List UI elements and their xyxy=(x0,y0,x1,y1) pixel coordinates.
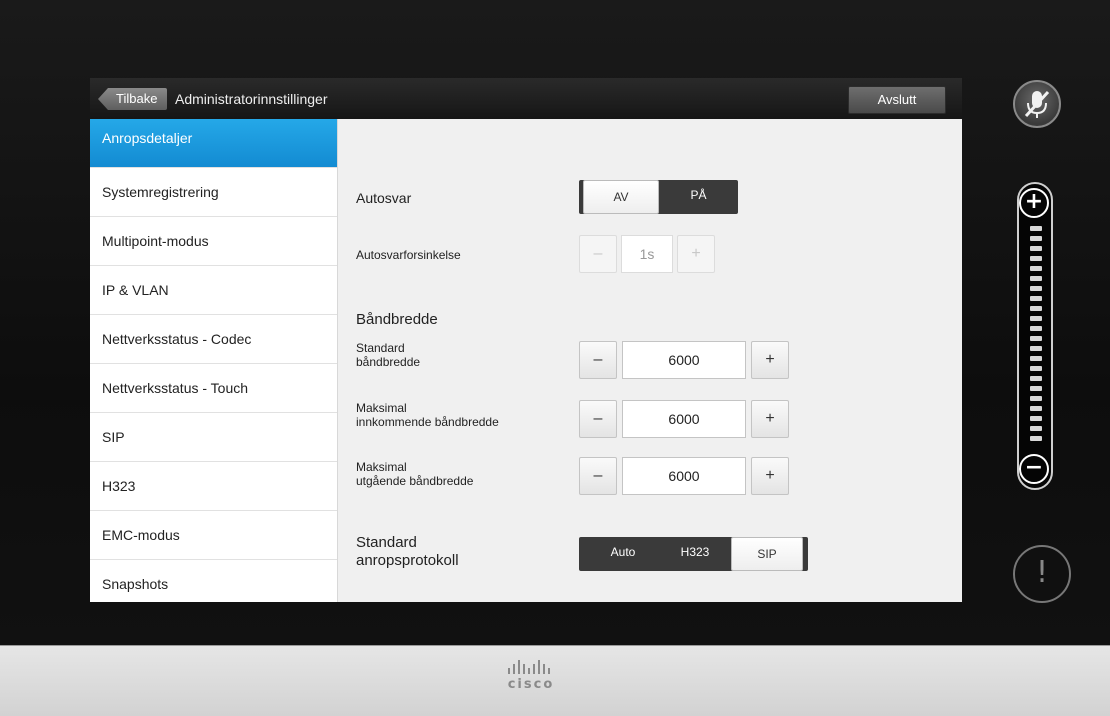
cisco-logo: cisco xyxy=(486,660,576,700)
volume-up-button[interactable]: + xyxy=(1019,188,1049,218)
protocol-option-h323[interactable]: H323 xyxy=(659,537,731,571)
sidebar-item-label: Multipoint-modus xyxy=(102,233,209,249)
max-out-bw-label-line2: utgående båndbredde xyxy=(356,474,474,488)
autosvar-delay-stepper[interactable]: – 1s + xyxy=(579,235,719,273)
volume-tick xyxy=(1030,286,1042,291)
standard-bw-label-line2: båndbredde xyxy=(356,355,421,369)
standard-bw-value[interactable]: 6000 xyxy=(622,341,746,379)
max-in-bw-value[interactable]: 6000 xyxy=(622,400,746,438)
standard-bw-increment-button[interactable]: + xyxy=(751,341,789,379)
sidebar-item-label: Systemregistrering xyxy=(102,184,219,200)
max-in-bw-label: Maksimal innkommende båndbredde xyxy=(356,401,499,429)
title-bar: Tilbake Administratorinnstillinger Avslu… xyxy=(90,78,962,119)
max-in-bw-label-line2: innkommende båndbredde xyxy=(356,415,499,429)
exit-button[interactable]: Avslutt xyxy=(848,86,946,114)
delay-increment-button[interactable]: + xyxy=(677,235,715,273)
protocol-selector[interactable]: Auto H323 SIP xyxy=(579,537,808,571)
volume-tick xyxy=(1030,316,1042,321)
sidebar-item-label: Anropsdetaljer xyxy=(102,130,193,146)
protocol-option-auto[interactable]: Auto xyxy=(587,537,659,571)
volume-tick xyxy=(1030,436,1042,441)
back-button[interactable]: Tilbake xyxy=(98,88,168,110)
alert-button[interactable]: ! xyxy=(1013,545,1071,603)
sidebar-item-label: H323 xyxy=(102,478,136,494)
volume-tick xyxy=(1030,256,1042,261)
mute-button[interactable] xyxy=(1013,80,1061,128)
cisco-bars-icon xyxy=(508,660,550,674)
volume-tick xyxy=(1030,366,1042,371)
volume-tick xyxy=(1030,326,1042,331)
volume-tick xyxy=(1030,426,1042,431)
autosvar-off-option[interactable]: AV xyxy=(583,180,659,214)
sidebar-item-snapshots[interactable]: Snapshots xyxy=(90,560,337,602)
sidebar: Anropsdetaljer Systemregistrering Multip… xyxy=(90,119,337,602)
protocol-label-line1: Standard xyxy=(356,534,417,551)
autosvar-delay-label: Autosvarforsinkelse xyxy=(356,248,461,262)
volume-level-ticks xyxy=(1030,226,1042,446)
volume-tick xyxy=(1030,406,1042,411)
sidebar-item-ip-vlan[interactable]: IP & VLAN xyxy=(90,266,337,315)
protocol-label: Standard anropsprotokoll xyxy=(356,534,459,570)
autosvar-label: Autosvar xyxy=(356,190,412,206)
delay-decrement-button[interactable]: – xyxy=(579,235,617,273)
volume-tick xyxy=(1030,396,1042,401)
alert-icon: ! xyxy=(1035,555,1049,590)
volume-tick xyxy=(1030,336,1042,341)
volume-tick xyxy=(1030,416,1042,421)
volume-tick xyxy=(1030,376,1042,381)
sidebar-item-multipoint[interactable]: Multipoint-modus xyxy=(90,217,337,266)
standard-bw-stepper[interactable]: – 6000 + xyxy=(579,341,789,379)
standard-bw-label-line1: Standard xyxy=(356,341,405,355)
max-out-bw-decrement-button[interactable]: – xyxy=(579,457,617,495)
sidebar-item-label: SIP xyxy=(102,429,125,445)
sidebar-item-network-touch[interactable]: Nettverksstatus - Touch xyxy=(90,364,337,413)
volume-tick xyxy=(1030,226,1042,231)
sidebar-item-h323[interactable]: H323 xyxy=(90,462,337,511)
sidebar-item-sip[interactable]: SIP xyxy=(90,413,337,462)
cisco-wordmark: cisco xyxy=(507,677,555,692)
volume-tick xyxy=(1030,266,1042,271)
volume-tick xyxy=(1030,296,1042,301)
volume-tick xyxy=(1030,346,1042,351)
max-in-bw-label-line1: Maksimal xyxy=(356,401,407,415)
protocol-option-sip[interactable]: SIP xyxy=(731,537,803,571)
sidebar-item-systemregistrering[interactable]: Systemregistrering xyxy=(90,168,337,217)
settings-window: Tilbake Administratorinnstillinger Avslu… xyxy=(90,78,962,602)
delay-value: 1s xyxy=(621,235,673,273)
volume-tick xyxy=(1030,356,1042,361)
volume-down-button[interactable]: − xyxy=(1019,454,1049,484)
max-out-bw-increment-button[interactable]: + xyxy=(751,457,789,495)
page-title: Administratorinnstillinger xyxy=(175,91,328,107)
sidebar-item-network-codec[interactable]: Nettverksstatus - Codec xyxy=(90,315,337,364)
max-out-bw-label-line1: Maksimal xyxy=(356,460,407,474)
sidebar-item-emc[interactable]: EMC-modus xyxy=(90,511,337,560)
protocol-label-line2: anropsprotokoll xyxy=(356,552,459,569)
bandwidth-heading: Båndbredde xyxy=(356,311,438,328)
sidebar-item-label: Snapshots xyxy=(102,576,169,592)
max-in-bw-increment-button[interactable]: + xyxy=(751,400,789,438)
sidebar-item-label: Nettverksstatus - Touch xyxy=(102,380,249,396)
volume-tick xyxy=(1030,236,1042,241)
max-in-bw-stepper[interactable]: – 6000 + xyxy=(579,400,789,438)
max-out-bw-stepper[interactable]: – 6000 + xyxy=(579,457,789,495)
autosvar-toggle[interactable]: AV PÅ xyxy=(579,180,738,214)
max-out-bw-value[interactable]: 6000 xyxy=(622,457,746,495)
volume-tick xyxy=(1030,306,1042,311)
sidebar-item-anropsdetaljer[interactable]: Anropsdetaljer xyxy=(90,119,337,168)
max-out-bw-label: Maksimal utgående båndbredde xyxy=(356,460,473,488)
volume-tick xyxy=(1030,246,1042,251)
sidebar-item-label: EMC-modus xyxy=(102,527,180,543)
volume-tick xyxy=(1030,276,1042,281)
sidebar-item-label: IP & VLAN xyxy=(102,282,169,298)
microphone-muted-icon xyxy=(1024,90,1050,118)
volume-tick xyxy=(1030,386,1042,391)
standard-bw-decrement-button[interactable]: – xyxy=(579,341,617,379)
autosvar-on-option[interactable]: PÅ xyxy=(659,180,738,214)
standard-bw-label: Standard båndbredde xyxy=(356,341,420,369)
max-in-bw-decrement-button[interactable]: – xyxy=(579,400,617,438)
sidebar-item-label: Nettverksstatus - Codec xyxy=(102,331,252,347)
settings-panel: Autosvar AV PÅ Autosvarforsinkelse – 1s … xyxy=(337,119,962,602)
